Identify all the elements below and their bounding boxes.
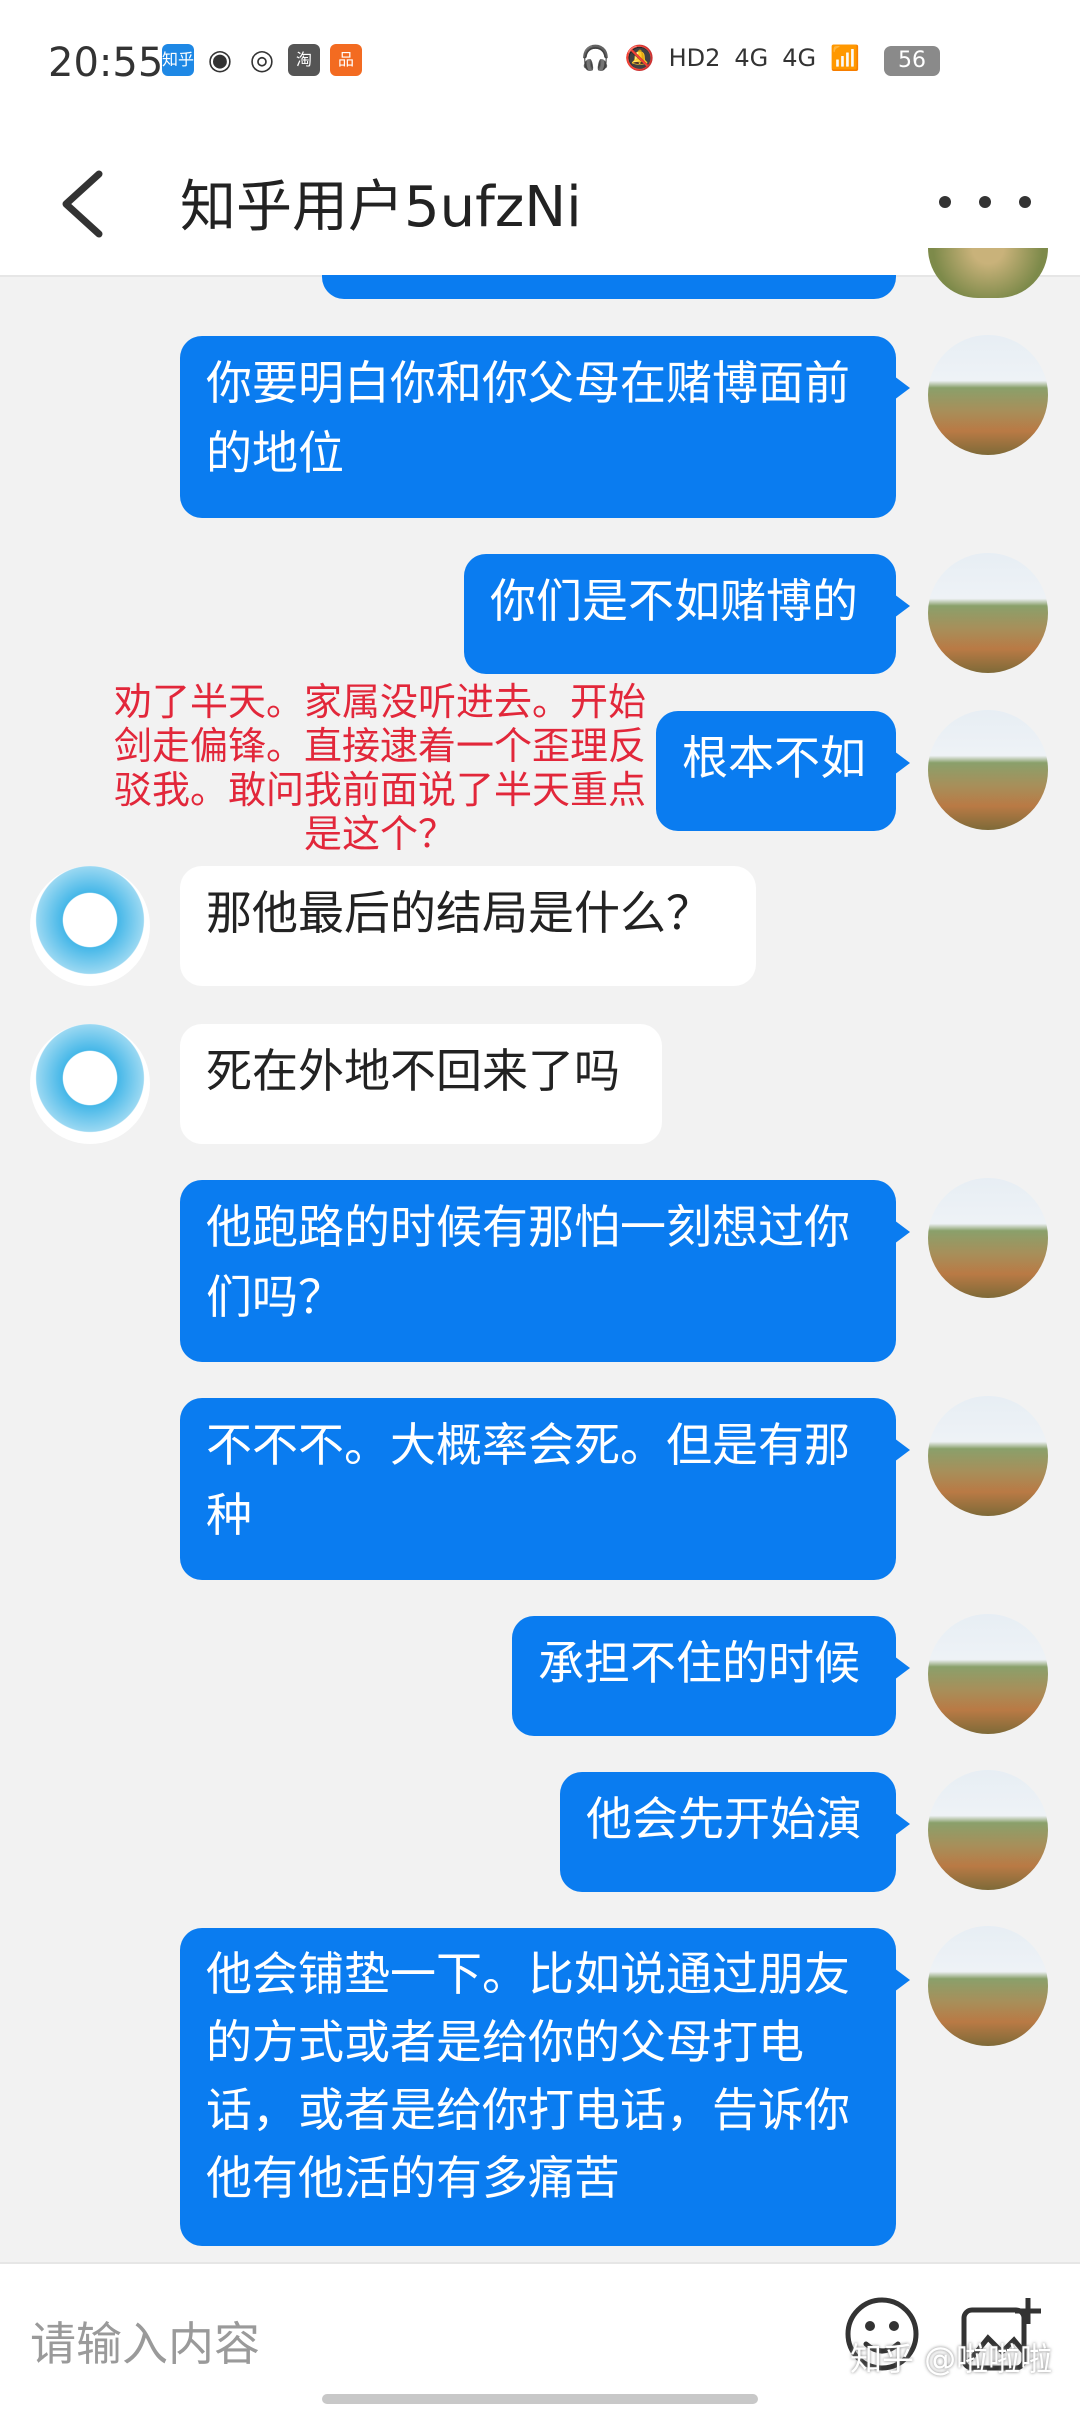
headphones-icon: 🎧 xyxy=(580,44,611,72)
message-text: 他跑路的时候有那怕一刻想过你们吗？ xyxy=(206,1200,850,1324)
other-user-avatar[interactable] xyxy=(30,866,150,986)
red-annotation-text: 劝了半天。家属没听进去。开始剑走偏锋。直接逮着一个歪理反驳我。敢问我前面说了半天… xyxy=(113,680,646,856)
watermark: 知乎 @啦啦啦 xyxy=(850,2340,1053,2378)
my-avatar[interactable] xyxy=(928,1396,1048,1516)
netease-app-icon: ◎ xyxy=(249,43,275,76)
status-indicators: 🎧 🔕 HD2 4G 4G 📶 xyxy=(581,44,860,72)
my-avatar[interactable] xyxy=(928,335,1048,455)
my-avatar-partial[interactable] xyxy=(928,248,1048,298)
message-text: 根本不如 xyxy=(682,731,866,785)
back-button[interactable] xyxy=(54,164,124,244)
taobao-app-icon: 淘 xyxy=(288,44,320,76)
zhihu-app-icon: 知乎 xyxy=(162,44,194,76)
message-text: 他会铺垫一下。比如说通过朋友的方式或者是给你的父母打电话，或者是给你打电话，告诉… xyxy=(206,1947,850,2205)
my-avatar[interactable] xyxy=(928,553,1048,673)
chat-title: 知乎用户5ufzNi xyxy=(180,175,582,240)
my-avatar[interactable] xyxy=(928,1770,1048,1890)
signal-4g-icon: 4G xyxy=(734,44,769,72)
message-bubble: 你们是不如赌博的 xyxy=(464,554,910,674)
battery-indicator: 56 xyxy=(884,46,940,76)
pinduoduo-app-icon: 品 xyxy=(330,44,362,76)
mute-icon: 🔕 xyxy=(624,44,655,72)
message-bubble: 他会先开始演 xyxy=(560,1772,910,1892)
message-text: 你要明白你和你父母在赌博面前的地位 xyxy=(206,356,850,480)
other-user-avatar[interactable] xyxy=(30,1024,150,1144)
chevron-left-icon xyxy=(62,170,103,238)
more-options-button[interactable] xyxy=(930,172,1040,232)
status-time: 20:55 xyxy=(48,40,164,86)
hd-indicator: HD2 xyxy=(668,44,721,72)
message-bubble: 根本不如 xyxy=(656,711,910,831)
message-bubble: 承担不住的时候 xyxy=(512,1616,910,1736)
message-bubble: 不不不。大概率会死。但是有那种 xyxy=(180,1398,910,1580)
message-bubble: 你要明白你和你父母在赌博面前的地位 xyxy=(180,336,910,518)
chat-header: 知乎用户5ufzNi xyxy=(0,130,1080,277)
my-avatar[interactable] xyxy=(928,1926,1048,2046)
signal-4g-icon-2: 4G xyxy=(782,44,817,72)
message-text: 那他最后的结局是什么？ xyxy=(206,886,712,940)
message-text: 你们是不如赌博的 xyxy=(490,574,858,628)
message-bubble: 死在外地不回来了吗 xyxy=(180,1024,662,1144)
wifi-icon: 📶 xyxy=(830,44,860,72)
message-bubble: 那他最后的结局是什么？ xyxy=(180,866,756,986)
status-app-icons: 知乎 ◉ ◎ 淘 品 xyxy=(162,44,362,76)
message-input[interactable]: 请输入内容 xyxy=(30,2308,260,2374)
my-avatar[interactable] xyxy=(928,710,1048,830)
home-indicator[interactable] xyxy=(322,2394,758,2404)
my-avatar[interactable] xyxy=(928,1178,1048,1298)
my-avatar[interactable] xyxy=(928,1614,1048,1734)
status-bar: 20:55 知乎 ◉ ◎ 淘 品 🎧 🔕 HD2 4G 4G 📶 56 xyxy=(0,0,1080,130)
message-text: 死在外地不回来了吗 xyxy=(206,1044,620,1098)
weibo-app-icon: ◉ xyxy=(207,43,233,76)
message-bubble-partial xyxy=(322,275,896,299)
message-text: 承担不住的时候 xyxy=(538,1636,860,1690)
message-bubble: 他跑路的时候有那怕一刻想过你们吗？ xyxy=(180,1180,910,1362)
message-text: 他会先开始演 xyxy=(586,1792,862,1846)
message-text: 不不不。大概率会死。但是有那种 xyxy=(206,1418,850,1542)
message-bubble: 他会铺垫一下。比如说通过朋友的方式或者是给你的父母打电话，或者是给你打电话，告诉… xyxy=(180,1928,910,2246)
more-dots-icon xyxy=(939,196,1031,208)
